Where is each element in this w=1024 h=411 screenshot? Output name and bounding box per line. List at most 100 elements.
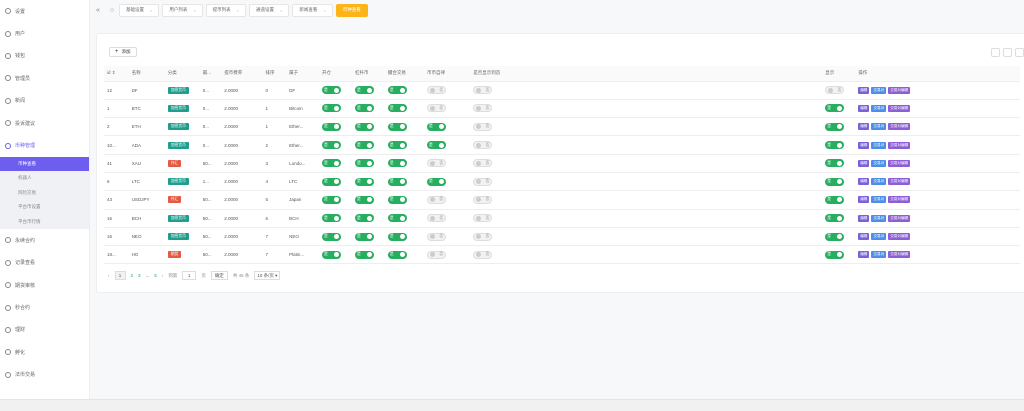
sidebar-item[interactable]: 期货审核 bbox=[0, 274, 89, 296]
action-button[interactable]: 编辑 bbox=[858, 159, 870, 167]
sidebar-subitem[interactable]: 风险交易 bbox=[0, 185, 89, 201]
tab[interactable]: 用户列表 × bbox=[162, 3, 203, 17]
toggle-switch[interactable]: 否 bbox=[427, 214, 446, 223]
action-button[interactable]: 交易对 bbox=[871, 251, 887, 259]
sidebar-item[interactable]: 设置 bbox=[0, 0, 89, 22]
toggle-switch[interactable]: 是 bbox=[322, 122, 342, 131]
toggle-switch[interactable]: 是 bbox=[322, 195, 342, 204]
toggle-switch[interactable]: 否 bbox=[427, 232, 446, 241]
column-header[interactable]: 开仓 bbox=[319, 66, 352, 82]
action-button[interactable]: 编辑 bbox=[858, 233, 870, 241]
toggle-switch[interactable]: 是 bbox=[354, 141, 374, 150]
sidebar-subitem[interactable]: 币种查看 bbox=[0, 156, 89, 172]
toggle-switch[interactable]: 否 bbox=[473, 250, 493, 259]
toggle-switch[interactable]: 是 bbox=[322, 250, 342, 259]
close-icon[interactable]: × bbox=[323, 8, 325, 13]
go-button[interactable]: 确定 bbox=[210, 271, 228, 280]
toggle-switch[interactable]: 否 bbox=[473, 86, 493, 95]
sidebar-subitem[interactable]: 平台币行情 bbox=[0, 214, 89, 230]
column-header[interactable]: 是否显示到首 bbox=[470, 66, 738, 82]
column-header[interactable]: id ⇕ bbox=[104, 66, 129, 82]
action-button[interactable]: 交易对 bbox=[871, 196, 887, 204]
action-button[interactable]: 编辑 bbox=[858, 104, 870, 112]
toggle-switch[interactable]: 否 bbox=[427, 104, 446, 113]
add-button[interactable]: + 添加 bbox=[109, 47, 137, 57]
toggle-switch[interactable]: 是 bbox=[825, 104, 845, 113]
action-button[interactable]: 编辑 bbox=[858, 123, 870, 131]
toggle-switch[interactable]: 是 bbox=[322, 141, 342, 150]
tab[interactable]: 提币列表 × bbox=[205, 3, 247, 17]
toggle-switch[interactable]: 是 bbox=[387, 177, 407, 186]
next-page-button[interactable]: › bbox=[162, 273, 164, 278]
action-button[interactable]: 交易对 bbox=[871, 178, 887, 186]
toggle-switch[interactable]: 是 bbox=[354, 177, 374, 186]
toggle-switch[interactable]: 是 bbox=[825, 214, 845, 223]
sidebar-item[interactable]: 投诉建议 bbox=[0, 112, 89, 134]
column-header[interactable] bbox=[737, 66, 823, 82]
toggle-switch[interactable]: 是 bbox=[354, 214, 374, 223]
action-button[interactable]: 交易对编辑 bbox=[888, 214, 911, 222]
action-button[interactable]: 交易对编辑 bbox=[888, 141, 911, 149]
column-header[interactable]: 杠杆币 bbox=[351, 66, 385, 82]
toggle-switch[interactable]: 是 bbox=[825, 122, 845, 131]
action-button[interactable]: 交易对编辑 bbox=[888, 251, 911, 259]
toggle-switch[interactable]: 是 bbox=[825, 177, 845, 186]
toggle-switch[interactable]: 否 bbox=[473, 122, 493, 131]
sidebar-subitem[interactable]: 平台币设置 bbox=[0, 200, 89, 215]
columns-icon[interactable] bbox=[991, 48, 1000, 57]
toggle-switch[interactable]: 否 bbox=[473, 141, 493, 150]
action-button[interactable]: 编辑 bbox=[858, 178, 870, 186]
prev-page-button[interactable]: ‹ bbox=[108, 273, 110, 278]
sidebar-item[interactable]: 永续合约 bbox=[0, 229, 89, 251]
column-header[interactable]: 撮合交易 bbox=[384, 66, 424, 82]
action-button[interactable]: 交易对编辑 bbox=[888, 159, 911, 167]
column-header[interactable]: 分类 bbox=[164, 66, 200, 82]
action-button[interactable]: 交易对编辑 bbox=[888, 178, 911, 186]
toggle-switch[interactable]: 否 bbox=[473, 177, 493, 186]
sidebar-item[interactable]: 钱包 bbox=[0, 45, 89, 67]
toggle-switch[interactable]: 是 bbox=[825, 159, 845, 168]
sidebar-item[interactable]: 秒合约 bbox=[0, 296, 89, 318]
column-header[interactable]: 显示 bbox=[822, 66, 856, 82]
toggle-switch[interactable]: 否 bbox=[473, 214, 493, 223]
column-header[interactable]: 名称 bbox=[128, 66, 165, 82]
tab[interactable]: 通道设置 × bbox=[249, 3, 290, 17]
toggle-switch[interactable]: 是 bbox=[354, 122, 374, 131]
action-button[interactable]: 交易对编辑 bbox=[888, 104, 911, 112]
sidebar-item[interactable]: 理财 bbox=[0, 319, 89, 341]
action-button[interactable]: 编辑 bbox=[858, 251, 870, 259]
toggle-switch[interactable]: 是 bbox=[825, 141, 845, 150]
toggle-switch[interactable]: 是 bbox=[322, 177, 342, 186]
toggle-switch[interactable]: 是 bbox=[387, 122, 407, 131]
toggle-switch[interactable]: 否 bbox=[473, 159, 493, 168]
toggle-switch[interactable]: 是 bbox=[354, 195, 374, 204]
action-button[interactable]: 交易对 bbox=[871, 86, 887, 94]
page-button[interactable]: 3 bbox=[138, 273, 141, 278]
toggle-switch[interactable]: 是 bbox=[354, 104, 374, 113]
action-button[interactable]: 编辑 bbox=[858, 141, 870, 149]
toggle-switch[interactable]: 是 bbox=[427, 122, 446, 131]
action-button[interactable]: 交易对编辑 bbox=[888, 196, 911, 204]
sidebar-item[interactable]: 新闻 bbox=[0, 90, 89, 112]
column-header[interactable]: 提币费率 bbox=[221, 66, 263, 82]
toggle-switch[interactable]: 是 bbox=[322, 86, 342, 95]
close-icon[interactable]: × bbox=[280, 8, 282, 13]
toggle-switch[interactable]: 是 bbox=[387, 232, 407, 241]
action-button[interactable]: 交易对编辑 bbox=[888, 233, 911, 241]
toggle-switch[interactable]: 是 bbox=[825, 195, 845, 204]
toggle-switch[interactable]: 是 bbox=[354, 159, 374, 168]
sidebar-item[interactable]: 币种管理 bbox=[0, 134, 89, 156]
toggle-switch[interactable]: 是 bbox=[354, 232, 374, 241]
action-button[interactable]: 交易对 bbox=[871, 141, 887, 149]
close-icon[interactable]: × bbox=[237, 8, 239, 13]
toggle-switch[interactable]: 否 bbox=[473, 232, 493, 241]
toggle-switch[interactable]: 是 bbox=[825, 250, 845, 259]
action-button[interactable]: 编辑 bbox=[858, 196, 870, 204]
action-button[interactable]: 交易对 bbox=[871, 233, 887, 241]
action-button[interactable]: 交易对 bbox=[871, 123, 887, 131]
page-size-select[interactable]: 10 条/页 ▾ bbox=[254, 271, 281, 280]
toggle-switch[interactable]: 是 bbox=[427, 177, 446, 186]
toggle-switch[interactable]: 是 bbox=[322, 104, 342, 113]
toggle-switch[interactable]: 否 bbox=[473, 104, 493, 113]
sidebar-item[interactable]: 孵化 bbox=[0, 341, 89, 363]
